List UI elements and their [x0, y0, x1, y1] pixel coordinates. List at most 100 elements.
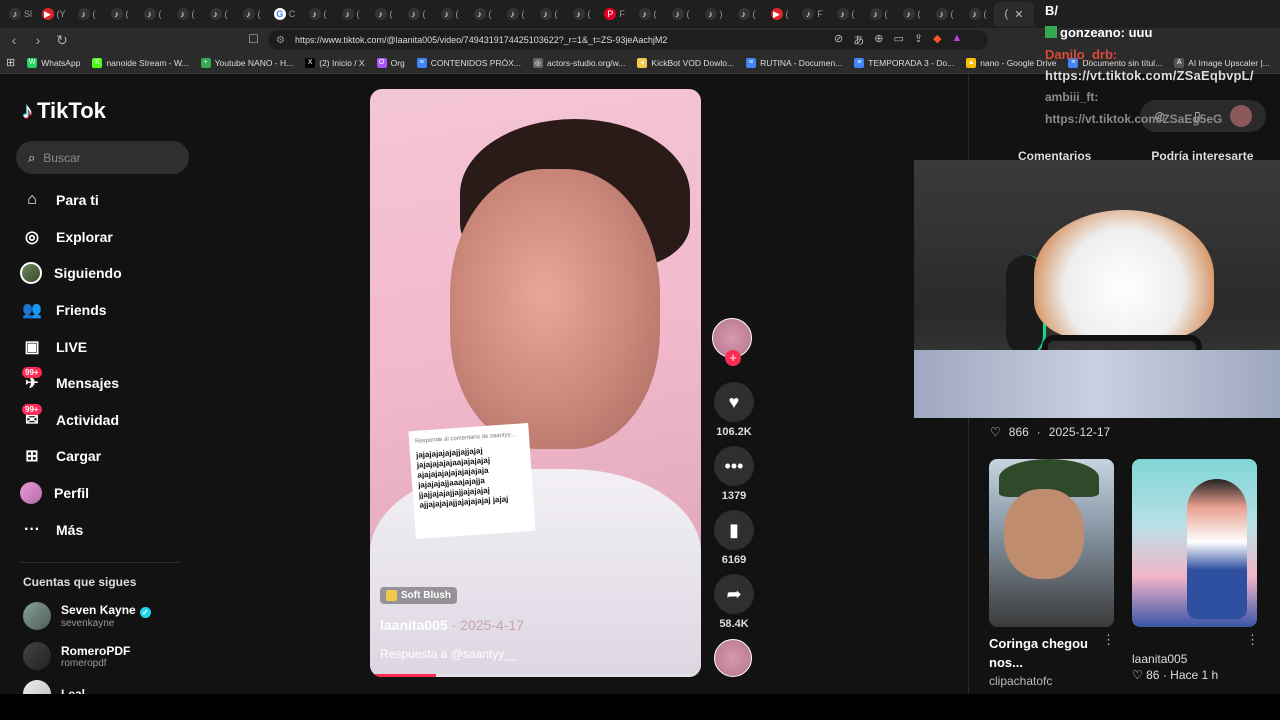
save-action[interactable]: ▮ 6169 — [712, 510, 756, 566]
bookmark-item[interactable]: X (2) Inicio / X — [305, 57, 365, 68]
browser-tab[interactable]: ♪( — [631, 0, 664, 28]
following-account[interactable]: RomeroPDF romeropdf — [23, 642, 130, 670]
sidebar-item-m-s[interactable]: ··· Más — [20, 511, 122, 548]
sidebar-item-para-ti[interactable]: ⌂ Para ti — [20, 182, 122, 219]
video-author[interactable]: laanita005 · 2025-4-17 — [380, 617, 524, 633]
share-icon[interactable]: ⇪ — [914, 32, 923, 48]
sidebar-item-friends[interactable]: 👥 Friends — [20, 292, 122, 329]
sidebar-item-mensajes[interactable]: ✈ 99+ Mensajes — [20, 365, 122, 402]
browser-tab[interactable]: ♪ Sl — [4, 0, 37, 28]
browser-tab[interactable]: GC — [268, 0, 301, 28]
more-options-icon[interactable]: ⋮ — [1102, 632, 1115, 648]
browser-tab[interactable]: ♪( — [664, 0, 697, 28]
sidebar-item-perfil[interactable]: Perfil — [20, 475, 122, 512]
browser-tab[interactable]: ♪( — [961, 0, 994, 28]
effect-tag[interactable]: Soft Blush — [380, 587, 457, 604]
bookmark-item[interactable]: O Org — [376, 57, 405, 68]
suggested-video-thumbnail[interactable] — [989, 459, 1114, 627]
sidebar-item-explorar[interactable]: ◎ Explorar — [20, 219, 122, 256]
bookmark-icon[interactable]: ▮ — [714, 510, 754, 550]
more-options-icon[interactable]: ⋮ — [1246, 632, 1259, 648]
forward-icon[interactable]: › — [28, 32, 48, 48]
browser-tab[interactable]: PF — [598, 0, 631, 28]
browser-tab[interactable]: ♪( — [301, 0, 334, 28]
browser-tab[interactable]: ♪( — [235, 0, 268, 28]
browser-tab[interactable]: ♪( — [928, 0, 961, 28]
author-name[interactable]: laanita005 — [380, 617, 448, 633]
tiktok-icon: ♪ — [935, 8, 948, 20]
tiktok-logo[interactable]: ♪ TikTok — [22, 98, 106, 124]
browser-tab[interactable]: ♪( — [169, 0, 202, 28]
like-action[interactable]: ♥ 106.2K — [712, 382, 756, 438]
cast-icon[interactable]: ▭ — [893, 32, 903, 48]
comment-action[interactable]: ••• 1379 — [712, 446, 756, 502]
browser-tab[interactable]: ♪( — [136, 0, 169, 28]
sidebar-item-siguiendo[interactable]: Siguiendo — [20, 255, 122, 292]
follow-plus-icon[interactable]: + — [725, 350, 741, 366]
sidebar-item-live[interactable]: ▣ LIVE — [20, 328, 122, 365]
bookmark-item[interactable]: ✦ KickBot VOD Dowlo... — [637, 57, 734, 68]
tiktok-icon: ♪ — [209, 8, 222, 20]
browser-tab[interactable]: ♪) — [697, 0, 730, 28]
apps-grid-icon[interactable]: ⊞ — [6, 56, 15, 69]
brave-rewards-icon[interactable]: ▲ — [952, 32, 963, 48]
tab-title: ( — [1004, 8, 1009, 20]
back-icon[interactable]: ‹ — [4, 32, 24, 48]
no-sound-icon[interactable]: ⊘ — [834, 32, 843, 48]
tab-title: ( — [389, 9, 393, 19]
browser-tab[interactable]: ♪( — [829, 0, 862, 28]
browser-tab[interactable]: ♪( — [103, 0, 136, 28]
browser-tab[interactable]: ♪( — [433, 0, 466, 28]
browser-tab[interactable]: ♪( — [400, 0, 433, 28]
bookmark-page-icon[interactable]: ☐ — [248, 32, 259, 46]
bookmark-item[interactable]: + Youtube NANO - H... — [200, 57, 293, 68]
site-info-icon[interactable]: ⚙ — [276, 35, 285, 46]
video-progress-bar[interactable] — [370, 674, 701, 677]
sound-avatar[interactable] — [714, 639, 752, 677]
browser-tab[interactable]: ♪( — [895, 0, 928, 28]
zoom-icon[interactable]: ⊕ — [874, 32, 883, 48]
active-browser-tab[interactable]: ( ✕ — [994, 2, 1034, 26]
bookmark-item[interactable]: ≡ RUTINA - Documen... — [746, 57, 842, 68]
sidebar-item-cargar[interactable]: ⊞ Cargar — [20, 438, 122, 475]
bookmark-item[interactable]: ≡ TEMPORADA 3 - Do... — [854, 57, 954, 68]
browser-tab[interactable]: ♪( — [532, 0, 565, 28]
bookmark-item[interactable]: ◎ actors-studio.org/w... — [532, 57, 625, 68]
browser-tab[interactable]: ♪( — [367, 0, 400, 28]
comment-icon[interactable]: ••• — [714, 446, 754, 486]
share-action[interactable]: ➦ 58.4K — [712, 574, 756, 630]
brave-shield-icon[interactable]: ◆ — [933, 32, 941, 48]
browser-tab[interactable]: ♪( — [730, 0, 763, 28]
reload-icon[interactable]: ↻ — [52, 32, 72, 49]
browser-tab[interactable]: ♪( — [499, 0, 532, 28]
browser-tab[interactable]: ♪( — [334, 0, 367, 28]
sidebar-item-actividad[interactable]: ✉ 99+ Actividad — [20, 402, 122, 439]
creator-avatar[interactable]: + — [712, 318, 752, 366]
browser-tab[interactable]: ▶( — [763, 0, 796, 28]
following-account[interactable]: Seven Kayne ✓ sevenkayne — [23, 602, 151, 630]
suggested-video-author[interactable]: laanita005 — [1132, 652, 1187, 666]
translate-icon[interactable]: あ — [853, 32, 864, 48]
browser-tab[interactable]: ▶ (Y — [37, 0, 70, 28]
bookmark-item[interactable]: W WhatsApp — [27, 57, 80, 68]
tab-title: ( — [917, 9, 921, 19]
share-arrow-icon[interactable]: ➦ — [714, 574, 754, 614]
following-title: Cuentas que sigues — [23, 575, 137, 589]
close-tab-icon[interactable]: ✕ — [1014, 8, 1023, 21]
suggested-video-title[interactable]: Coringa chegou nos... — [989, 634, 1104, 672]
tab-title: ( — [125, 9, 129, 19]
suggested-video-author[interactable]: clipachatofc — [989, 674, 1052, 688]
video-player[interactable]: Responde al comentario de saantyy... jaj… — [370, 89, 701, 677]
browser-tab[interactable]: ♪( — [202, 0, 235, 28]
bookmark-item[interactable]: ▲ nano - Google Drive — [966, 57, 1056, 68]
search-input[interactable]: ⌕ Buscar — [16, 141, 189, 174]
browser-tab[interactable]: ♪( — [862, 0, 895, 28]
browser-tab[interactable]: ♪( — [466, 0, 499, 28]
bookmark-item[interactable]: ≡ CONTENIDOS PRÓX... — [416, 57, 521, 68]
bookmark-item[interactable]: Knanoide Stream - W... — [92, 57, 189, 68]
browser-tab[interactable]: ♪( — [70, 0, 103, 28]
heart-icon[interactable]: ♥ — [714, 382, 754, 422]
browser-tab[interactable]: ♪( — [565, 0, 598, 28]
browser-tab[interactable]: ♪ F — [796, 0, 829, 28]
suggested-video-thumbnail[interactable] — [1132, 459, 1257, 627]
